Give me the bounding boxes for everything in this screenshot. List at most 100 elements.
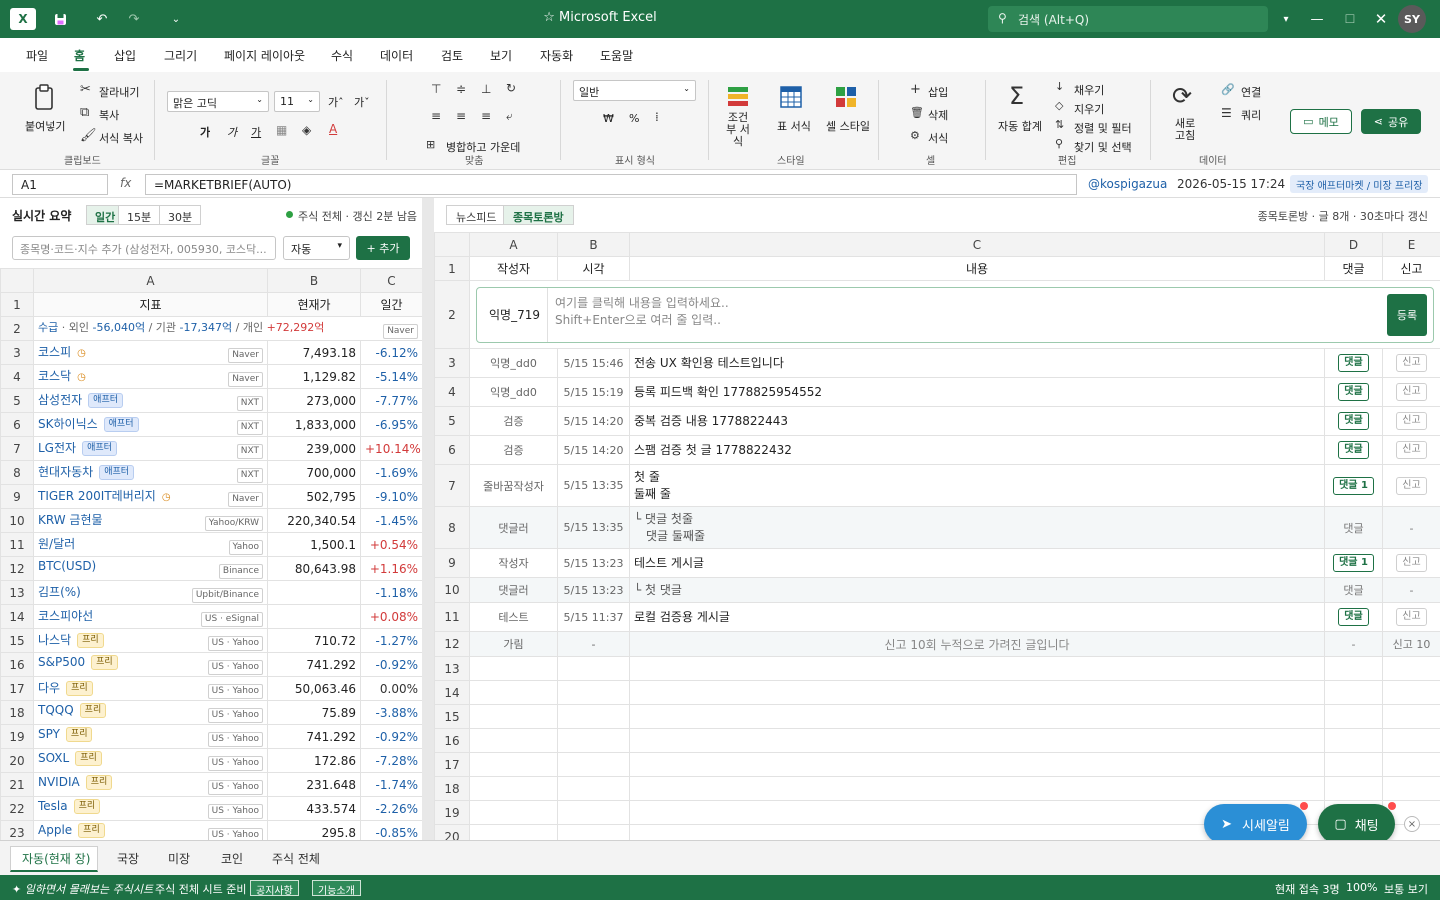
menu-data[interactable]: 데이터	[380, 47, 413, 64]
row-header[interactable]: 15	[0, 628, 34, 653]
empty-cell[interactable]	[1382, 680, 1440, 705]
comment-button[interactable]: 댓글	[1338, 441, 1369, 459]
formula-input[interactable]: =MARKETBRIEF(AUTO)	[145, 174, 1077, 195]
indicator-cell[interactable]: SOXL 프리 US · Yahoo	[33, 748, 268, 773]
align-left-icon[interactable]: ≡	[431, 109, 441, 123]
align-bottom-icon[interactable]: ⊥	[481, 82, 491, 96]
row-header[interactable]: 16	[0, 652, 34, 677]
row-header[interactable]: 10	[434, 577, 470, 603]
find-icon[interactable]: ⚲	[1055, 137, 1063, 150]
empty-cell[interactable]	[557, 728, 630, 753]
report-button[interactable]: 신고	[1396, 608, 1427, 626]
comment-button[interactable]: 댓글	[1338, 412, 1369, 430]
memo-button[interactable]: ▭ 메모	[1290, 109, 1352, 134]
row-header[interactable]: 8	[0, 460, 34, 485]
change-cell[interactable]: -1.45%	[360, 508, 423, 533]
ticker-name[interactable]: 나스닥	[38, 633, 71, 647]
row-header[interactable]: 11	[434, 602, 470, 632]
row-header[interactable]: 18	[434, 776, 470, 801]
align-top-icon[interactable]: ⊤	[431, 82, 441, 96]
price-cell[interactable]: 1,500.1	[267, 532, 361, 557]
post-content[interactable]: 테스트 게시글	[629, 548, 1325, 578]
corner-cell[interactable]	[434, 232, 470, 257]
empty-cell[interactable]	[1382, 752, 1440, 777]
menu-draw[interactable]: 그리기	[164, 47, 197, 64]
sheet-tab-all-stocks[interactable]: 주식 전체	[272, 850, 320, 867]
copy-icon[interactable]: ⧉	[80, 105, 89, 120]
price-cell[interactable]: 502,795	[267, 484, 361, 509]
post-content[interactable]: 첫 줄 둘째 줄	[629, 464, 1325, 507]
row-header[interactable]: 16	[434, 728, 470, 753]
indicator-cell[interactable]: S&P500 프리 US · Yahoo	[33, 652, 268, 677]
insert-button[interactable]: 삽입	[928, 84, 948, 100]
share-button[interactable]: ⋖ 공유	[1361, 109, 1421, 134]
menu-review[interactable]: 검토	[441, 47, 463, 64]
minimize-icon[interactable]: —	[1307, 9, 1327, 29]
report-button[interactable]: 신고	[1396, 554, 1427, 572]
find-select-button[interactable]: 찾기 및 선택	[1074, 139, 1132, 155]
ticker-name[interactable]: NVIDIA	[38, 775, 80, 789]
eraser-icon[interactable]: ◇	[1055, 99, 1063, 112]
price-cell[interactable]: 710.72	[267, 628, 361, 653]
row-header[interactable]: 1	[0, 292, 34, 317]
paste-icon[interactable]	[34, 84, 54, 116]
add-ticker-button[interactable]: + 추가	[356, 236, 410, 260]
mode-select[interactable]: 자동 ▾	[283, 236, 350, 260]
percent-button[interactable]: %	[629, 112, 639, 125]
report-button[interactable]: 신고	[1396, 354, 1427, 372]
sheet-tab-korea[interactable]: 국장	[117, 850, 139, 867]
corner-cell[interactable]	[0, 268, 34, 293]
ticker-name[interactable]: S&P500	[38, 655, 85, 669]
empty-cell[interactable]	[557, 656, 630, 681]
price-cell[interactable]: 1,129.82	[267, 364, 361, 389]
ticker-name[interactable]: TQQQ	[38, 703, 74, 717]
indicator-cell[interactable]: 원/달러 Yahoo	[33, 532, 268, 557]
change-cell[interactable]: +1.16%	[360, 556, 423, 581]
empty-cell[interactable]	[1324, 776, 1383, 801]
indicator-cell[interactable]: SK하이닉스 애프터 NXT	[33, 412, 268, 437]
insert-icon[interactable]: +	[910, 82, 921, 97]
format-copy-button[interactable]: 서식 복사	[99, 130, 143, 146]
row-header[interactable]: 12	[434, 631, 470, 657]
change-cell[interactable]: -1.18%	[360, 580, 423, 605]
star-icon[interactable]: ☆	[543, 10, 555, 25]
close-icon[interactable]: ✕	[1371, 9, 1391, 29]
row-header[interactable]: 3	[434, 348, 470, 378]
empty-cell[interactable]	[557, 776, 630, 801]
change-cell[interactable]: -7.28%	[360, 748, 423, 773]
indicator-cell[interactable]: 코스닥 ◷ Naver	[33, 364, 268, 389]
empty-cell[interactable]	[469, 800, 558, 825]
change-cell[interactable]: -6.95%	[360, 412, 423, 437]
empty-cell[interactable]	[1382, 728, 1440, 753]
border-icon[interactable]: ▦	[276, 123, 287, 137]
indicator-cell[interactable]: 삼성전자 애프터 NXT	[33, 388, 268, 413]
price-cell[interactable]: 75.89	[267, 700, 361, 725]
price-cell[interactable]: 172.86	[267, 748, 361, 773]
row-header[interactable]: 19	[434, 800, 470, 825]
align-center-icon[interactable]: ≡	[456, 109, 466, 123]
column-header[interactable]: D	[1324, 232, 1383, 257]
price-cell[interactable]: 1,833,000	[267, 412, 361, 437]
post-content[interactable]: 전송 UX 확인용 테스트입니다	[629, 348, 1325, 378]
empty-cell[interactable]	[469, 680, 558, 705]
sheet-tab-coin[interactable]: 코인	[221, 850, 243, 867]
row-header[interactable]: 4	[434, 377, 470, 407]
post-content[interactable]: 로컬 검증용 게시글	[629, 602, 1325, 632]
underline-button[interactable]: 가	[251, 124, 261, 140]
empty-cell[interactable]	[557, 800, 630, 825]
post-content[interactable]: └ 댓글 첫줄 댓글 둘째줄	[629, 506, 1325, 549]
row-header[interactable]: 19	[0, 724, 34, 749]
delete-button[interactable]: 삭제	[928, 107, 948, 123]
panel-divider[interactable]	[422, 198, 434, 840]
report-button[interactable]: 신고	[1396, 476, 1427, 495]
indicator-cell[interactable]: KRW 금현물 Yahoo/KRW	[33, 508, 268, 533]
conditional-format-button[interactable]: 조건부 서식	[724, 112, 752, 148]
ticker-name[interactable]: SK하이닉스	[38, 417, 98, 431]
font-shrink-button[interactable]: 가ˇ	[354, 94, 370, 110]
row-header[interactable]: 21	[0, 772, 34, 797]
price-cell[interactable]: 700,000	[267, 460, 361, 485]
maximize-icon[interactable]: ☐	[1340, 9, 1360, 29]
empty-cell[interactable]	[557, 680, 630, 705]
menu-help[interactable]: 도움말	[600, 47, 633, 64]
ticker-name[interactable]: SPY	[38, 727, 60, 741]
